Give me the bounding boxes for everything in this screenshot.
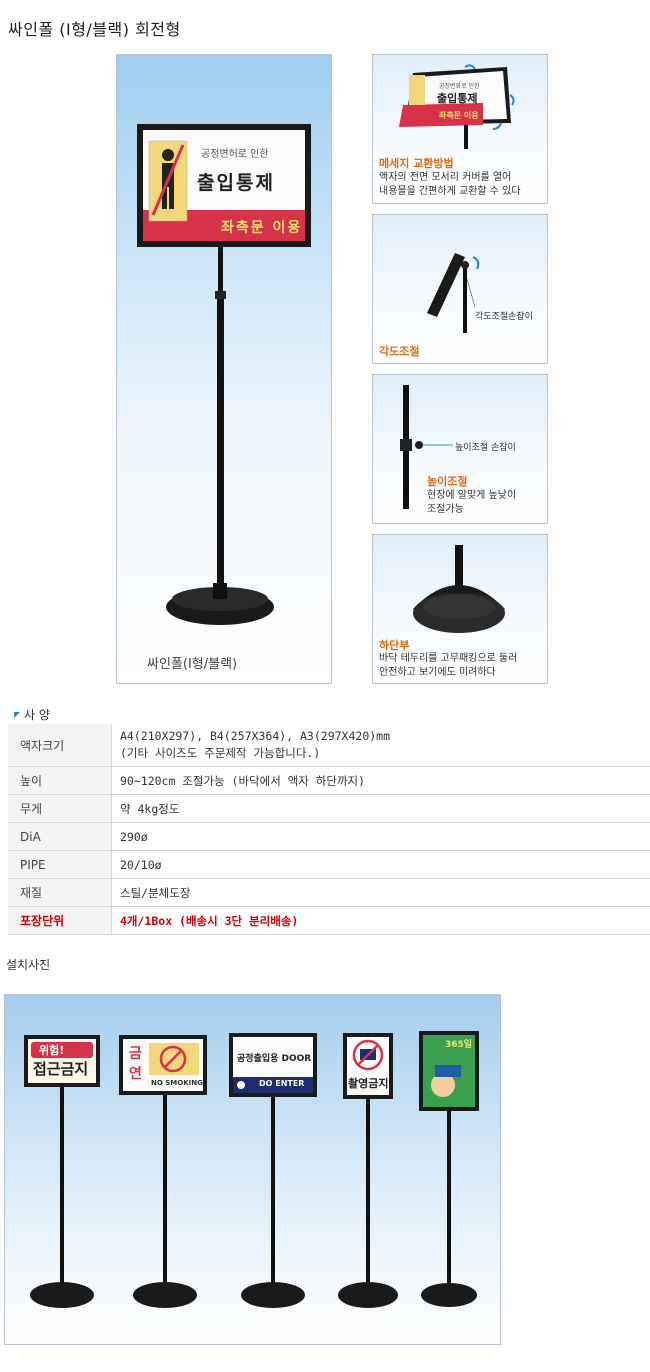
install-sign-2-left1: 금 <box>129 1046 142 1062</box>
spec-value-line-2: (기타 사이즈도 주문제작 가능합니다.) <box>120 746 321 760</box>
spec-key: 무게 <box>8 794 112 823</box>
table-row: 포장단위 4개/1Box (배송시 3단 분리배송) <box>8 906 650 935</box>
angle-adjust-illustration <box>427 253 480 333</box>
spec-value: 스틸/분체도장 <box>111 878 650 907</box>
feature-desc-2: 조절가능 <box>427 504 464 515</box>
install-sign-3-bottom: DO ENTER <box>259 1079 305 1088</box>
main-product-photo: 공정변허로 인한 출입통제 좌측문 이용 싸인폴(I형/블랙) <box>116 54 332 684</box>
spec-key: 포장단위 <box>8 906 112 935</box>
install-sign-4-bottom: 촬영금지 <box>348 1077 389 1090</box>
table-row: DiA 290ø <box>8 822 650 851</box>
feature-title: 메세지 교환방법 <box>379 157 454 170</box>
install-sign-3-top: 공정출입용 DOOR <box>237 1054 312 1064</box>
spec-value-line-1: A4(210X297), B4(257X364), A3(297X420)mm <box>120 729 391 743</box>
feature-card-angle: 각도조절손잡이 각도조절 <box>372 214 548 364</box>
install-label: 설치사진 <box>6 958 51 972</box>
main-caption: 싸인폴(I형/블랙) <box>147 657 238 672</box>
mini-sign-strip: 좌측문 이용 <box>439 111 479 120</box>
spec-value: 90~120cm 조절가능 (바닥에서 액자 하단까지) <box>111 766 650 795</box>
table-row: 무게 약 4kg정도 <box>8 794 650 823</box>
feature-desc-2: 안전하고 보기에도 미려하다 <box>379 667 496 678</box>
spec-key: PIPE <box>8 850 112 879</box>
spec-key: 높이 <box>8 766 112 795</box>
spec-heading-text: 사 양 <box>24 708 50 722</box>
mini-sign-line-2: 출입통제 <box>437 92 478 105</box>
feature-desc-1: 현장에 알맞게 높낮이 <box>427 490 517 501</box>
feature-card-message: 공정변화로 인한 출입통제 좌측문 이용 메세지 교환방법 액자의 전면 모서리… <box>372 54 548 204</box>
table-row: 액자크기 A4(210X297), B4(257X364), A3(297X42… <box>8 724 650 767</box>
spec-key: 액자크기 <box>8 724 112 767</box>
spec-value: 20/10ø <box>111 850 650 879</box>
triangle-bullet-icon <box>14 712 20 718</box>
table-row: 재질 스틸/분체도장 <box>8 878 650 907</box>
install-sign-1-top: 위험! <box>39 1044 65 1057</box>
feature-title: 각도조절 <box>379 345 420 358</box>
sign-line-1: 공정변허로 인한 <box>201 149 269 160</box>
spec-value: A4(210X297), B4(257X364), A3(297X420)mm (… <box>111 724 650 767</box>
height-knob-label: 높이조절 손잡이 <box>455 443 516 453</box>
sign-line-2: 출입통제 <box>197 172 275 194</box>
page-title: 싸인폴 (I형/블랙) 회전형 <box>8 20 181 39</box>
mini-sign-line-1: 공정변화로 인한 <box>439 83 480 90</box>
install-sign-5-top: 365일 <box>445 1040 473 1050</box>
spec-key: 재질 <box>8 878 112 907</box>
spec-key: DiA <box>8 822 112 851</box>
feature-desc-1: 바닥 테두리를 고무패킹으로 둘러 <box>379 653 518 664</box>
spec-value: 290ø <box>111 822 650 851</box>
install-photo: 위험! 접근금지 금 연 NO SMOKING 공정출입용 DOOR DO EN… <box>4 994 501 1345</box>
install-sign-1-bottom: 접근금지 <box>33 1060 89 1078</box>
feature-desc-2: 내용물을 간편하게 교환할 수 있다 <box>379 186 521 197</box>
spec-table: 액자크기 A4(210X297), B4(257X364), A3(297X42… <box>8 724 650 935</box>
table-row: PIPE 20/10ø <box>8 850 650 879</box>
sign-strip-text: 좌측문 이용 <box>221 220 303 236</box>
angle-knob-label: 각도조절손잡이 <box>475 312 533 322</box>
spec-value: 약 4kg정도 <box>111 794 650 823</box>
install-sign-2-left2: 연 <box>129 1066 142 1082</box>
feature-title: 높이조절 <box>427 475 468 488</box>
spec-value: 4개/1Box (배송시 3단 분리배송) <box>111 906 650 935</box>
install-sign-2-bottom: NO SMOKING <box>151 1079 203 1087</box>
spec-heading: 사 양 <box>14 706 50 723</box>
installed-signpoles-illustration <box>24 1031 479 1308</box>
table-row: 높이 90~120cm 조절가능 (바닥에서 액자 하단까지) <box>8 766 650 795</box>
feature-desc-1: 액자의 전면 모서리 커버를 열어 <box>379 172 512 183</box>
feature-card-base: 하단부 바닥 테두리를 고무패킹으로 둘러 안전하고 보기에도 미려하다 <box>372 534 548 684</box>
feature-title: 하단부 <box>379 639 410 652</box>
feature-card-height: 높이조절 손잡이 높이조절 현장에 알맞게 높낮이 조절가능 <box>372 374 548 524</box>
